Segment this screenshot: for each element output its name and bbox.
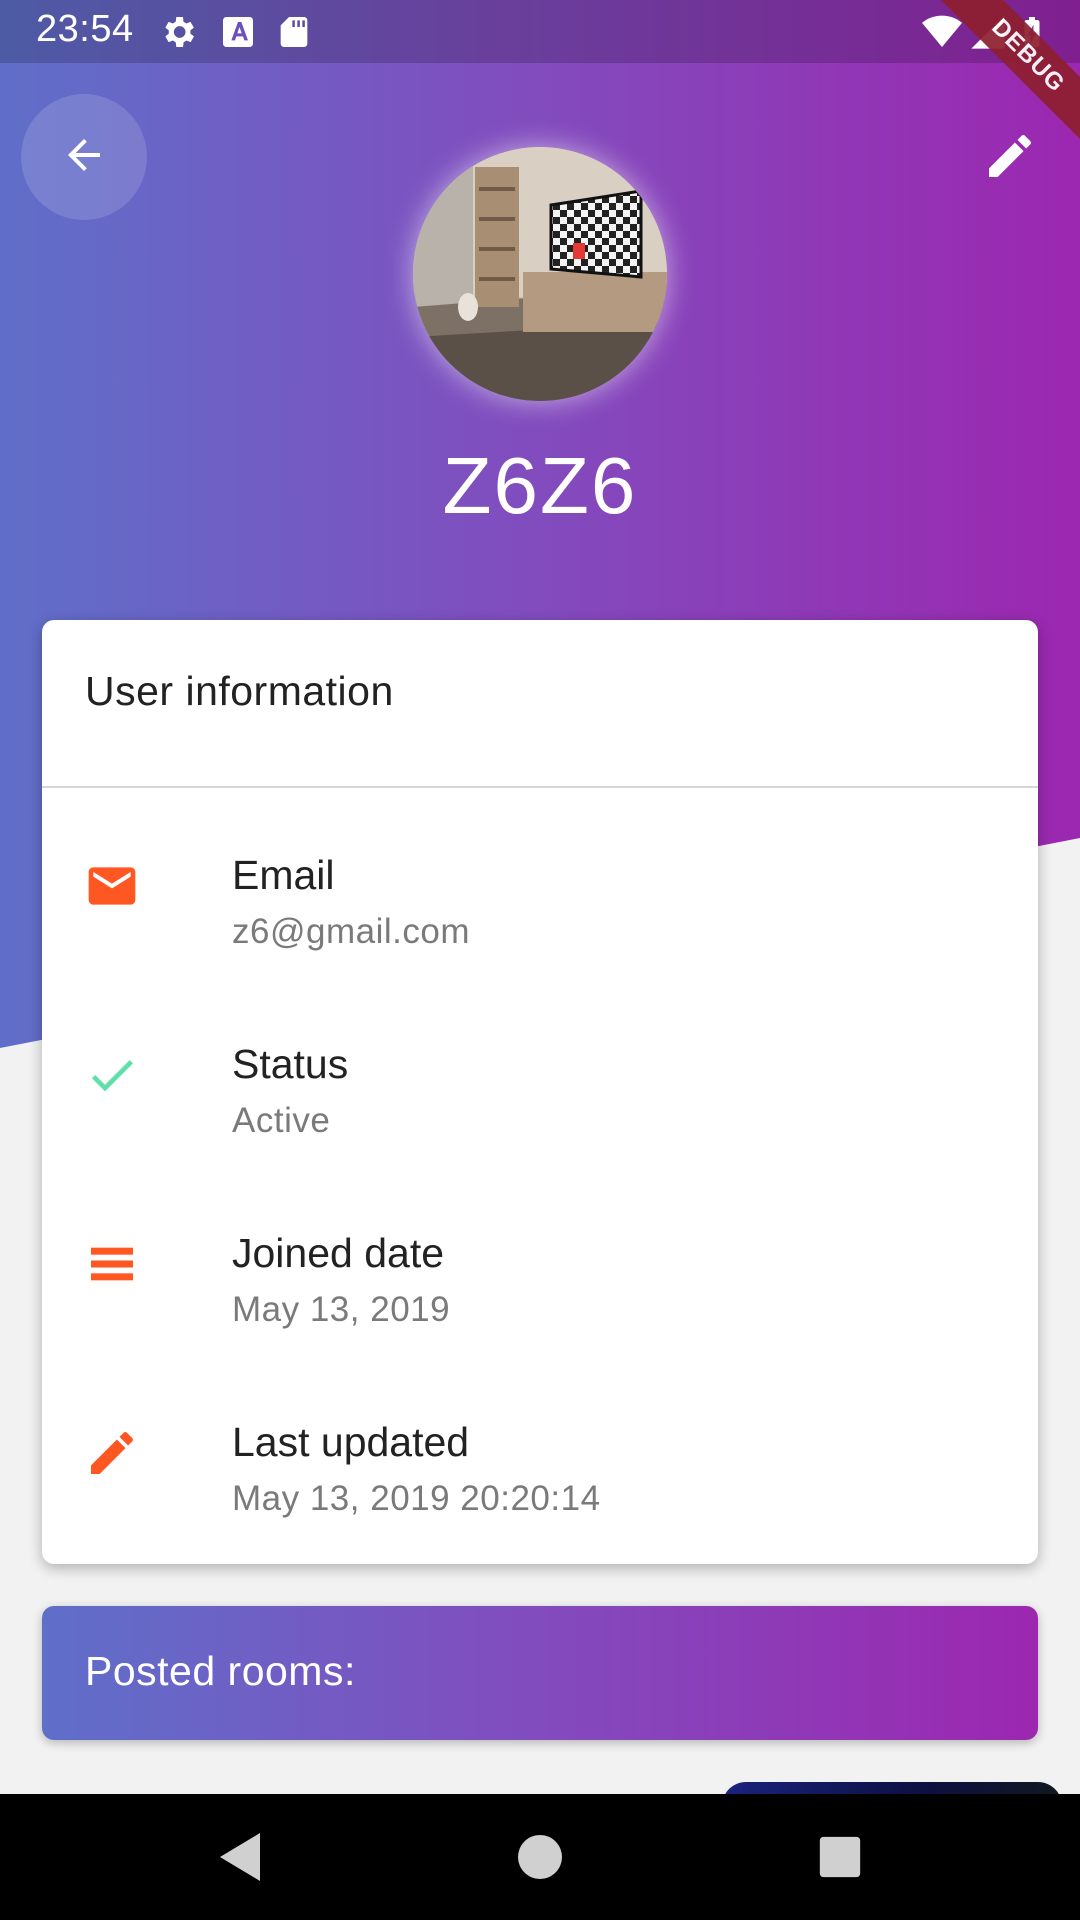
avatar[interactable] [413,147,667,401]
status-time: 23:54 [36,8,134,50]
a-letter-icon [218,12,258,52]
user-information-card: User information Email z6@gmail.com Stat… [42,620,1038,1564]
username: Z6Z6 [442,441,638,530]
info-label: Email [232,852,335,898]
status-bar: 23:54 [0,0,1080,63]
navigation-bar [0,1794,1080,1920]
info-row-status: Status Active [42,1041,1038,1195]
info-label: Joined date [232,1230,445,1276]
card-title: User information [85,668,394,714]
card-divider [42,786,1038,788]
wifi-icon [920,12,962,52]
posted-rooms-header: Posted rooms: [42,1606,1038,1740]
pencil-icon [82,1423,142,1483]
info-row-last-updated: Last updated May 13, 2019 20:20:14 [42,1419,1038,1564]
info-value: Active [232,1101,331,1140]
edit-profile-button[interactable] [970,118,1050,198]
info-value: z6@gmail.com [232,912,470,951]
posted-rooms-label: Posted rooms: [85,1648,356,1694]
sd-card-icon [274,12,314,52]
back-button[interactable] [21,94,147,220]
info-row-joined-date: Joined date May 13, 2019 [42,1230,1038,1384]
gear-icon [158,12,198,52]
info-value: May 13, 2019 [232,1290,451,1329]
profile-screen: 23:54 DEBUG Z6Z6 User information Email … [0,0,1080,1920]
info-value: May 13, 2019 20:20:14 [232,1479,601,1518]
square-recents-icon[interactable] [812,1829,868,1885]
info-row-email: Email z6@gmail.com [42,852,1038,1006]
calendar-lines-icon [82,1234,142,1294]
pencil-icon [982,128,1038,189]
check-icon [82,1045,142,1105]
info-label: Last updated [232,1419,470,1465]
info-label: Status [232,1041,349,1087]
arrow-back-icon [60,131,108,184]
triangle-back-icon[interactable] [212,1829,268,1885]
email-icon [82,856,142,916]
circle-home-icon[interactable] [512,1829,568,1885]
